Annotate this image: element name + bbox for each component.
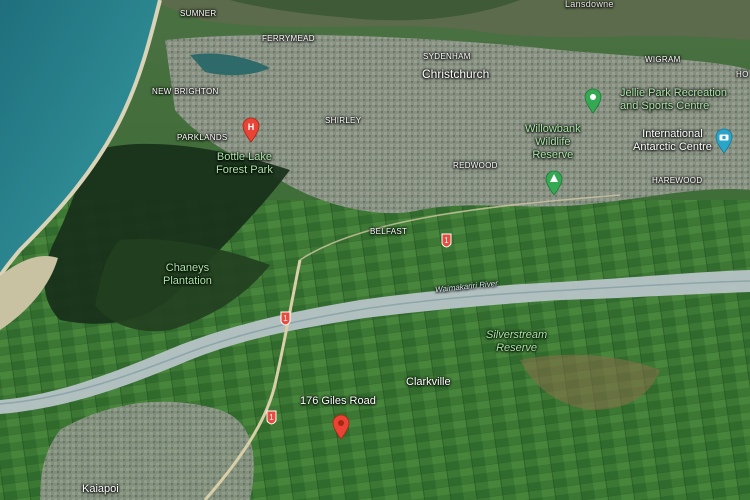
poi-label-willowbank-line1: Willowbank xyxy=(525,123,581,135)
poi-label-willowbank-line2: Wildlife xyxy=(535,136,571,149)
poi-label-antarctic-line1: International xyxy=(642,128,703,140)
poi-label-jellie-park[interactable]: Jellie Park Recreation and Sports Centre xyxy=(620,87,727,113)
suburb-label-new-brighton: NEW BRIGHTON xyxy=(152,87,219,96)
highway-shield-number: 1 xyxy=(283,314,288,323)
town-label-clarkville: Clarkville xyxy=(406,376,451,388)
suburb-label-sumner: SUMNER xyxy=(180,9,217,18)
poi-label-willowbank[interactable]: Willowbank Wildlife Reserve xyxy=(525,123,581,163)
poi-label-silverstream-line2: Reserve xyxy=(496,342,538,355)
highway-shield-number: 1 xyxy=(444,236,449,245)
suburb-label-shirley: SHIRLEY xyxy=(325,116,362,125)
suburb-label-harewood: HAREWOOD xyxy=(652,176,703,185)
suburb-label-parklands: PARKLANDS xyxy=(177,133,228,142)
poi-label-bottle-lake[interactable]: Bottle Lake Forest Park xyxy=(216,151,273,177)
suburb-label-wigram: WIGRAM xyxy=(645,55,681,64)
park-pin-icon[interactable] xyxy=(583,88,603,114)
suburb-label-ferrymead: FERRYMEAD xyxy=(262,34,315,43)
suburb-label-sydenham: SYDENHAM xyxy=(423,52,471,61)
poi-label-silverstream-line1: Silverstream xyxy=(486,329,548,341)
suburb-label-redwood: REDWOOD xyxy=(453,161,498,170)
poi-label-bottle-lake-line2: Forest Park xyxy=(216,164,273,177)
poi-label-chaneys-plantation[interactable]: Chaneys Plantation xyxy=(163,262,212,288)
suburb-label-lansdowne: Lansdowne xyxy=(565,0,614,9)
poi-label-willowbank-line3: Reserve xyxy=(532,149,574,162)
poi-label-silverstream[interactable]: Silverstream Reserve xyxy=(486,329,547,355)
park-pin-icon-willowbank[interactable] xyxy=(544,170,564,196)
location-pin-icon[interactable] xyxy=(331,414,351,440)
poi-label-antarctic-line2: Antarctic Centre xyxy=(633,141,712,154)
address-label: 176 Giles Road xyxy=(300,395,376,407)
poi-label-bottle-lake-line1: Bottle Lake xyxy=(216,151,272,163)
svg-text:H: H xyxy=(248,122,255,132)
poi-label-chaneys-line2: Plantation xyxy=(163,275,212,288)
suburb-label-hornby: HO xyxy=(736,70,749,79)
town-label-kaiapoi: Kaiapoi xyxy=(82,483,119,495)
poi-label-antarctic-centre[interactable]: International Antarctic Centre xyxy=(633,128,712,154)
map-imagery xyxy=(0,0,750,500)
suburb-label-belfast: BELFAST xyxy=(370,227,408,236)
highway-shield-number: 1 xyxy=(269,413,274,422)
poi-label-chaneys-line1: Chaneys xyxy=(165,262,210,274)
city-label-christchurch: Christchurch xyxy=(422,67,490,81)
poi-label-jellie-line2: and Sports Centre xyxy=(620,100,710,113)
highway-shield-icon[interactable]: 1 xyxy=(441,233,452,248)
camera-pin-icon[interactable] xyxy=(714,128,734,154)
highway-shield-icon[interactable]: 1 xyxy=(280,311,291,326)
poi-label-jellie-line1: Jellie Park Recreation xyxy=(620,87,727,99)
highway-shield-icon[interactable]: 1 xyxy=(266,410,277,425)
hospital-pin-icon[interactable]: H xyxy=(241,117,261,143)
satellite-map[interactable]: SUMNER Lansdowne FERRYMEAD SYDENHAM Chri… xyxy=(0,0,750,500)
